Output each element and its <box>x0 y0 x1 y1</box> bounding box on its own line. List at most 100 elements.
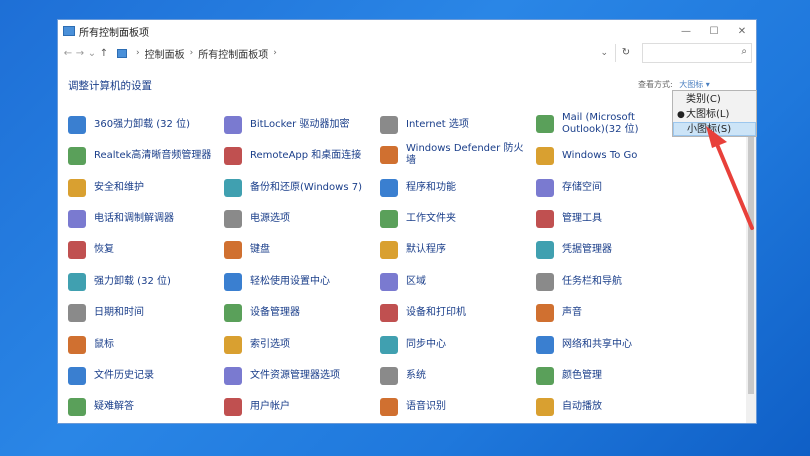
speech-icon <box>380 398 398 416</box>
backup-icon <box>224 179 242 197</box>
control-panel-item[interactable]: 强力卸载 (32 位) <box>68 273 171 291</box>
recovery-icon <box>68 241 86 259</box>
control-panel-item[interactable]: 管理工具 <box>536 210 602 228</box>
control-panel-items: 360强力卸载 (32 位) Realtek高清晰音频管理器 安全和维护电话和调制解… <box>0 0 760 424</box>
storage-icon <box>536 179 554 197</box>
control-panel-item[interactable]: 区域 <box>380 273 426 291</box>
control-panel-item[interactable]: 网络和共享中心 <box>536 336 632 354</box>
control-panel-item[interactable]: 系统 <box>380 367 426 385</box>
control-panel-item[interactable]: 电源选项 <box>224 210 290 228</box>
control-panel-item-label: 区域 <box>406 276 426 287</box>
remoteapp-icon <box>224 147 242 165</box>
menu-item-small-icons[interactable]: 小图标(S) <box>673 122 756 136</box>
file-history-icon <box>68 367 86 385</box>
control-panel-item-label: 电话和调制解调器 <box>94 213 174 224</box>
control-panel-item[interactable]: Mail (Microsoft Outlook)(32 位) <box>536 112 680 136</box>
windows-to-go-icon <box>536 147 554 165</box>
control-panel-item-label: 默认程序 <box>406 244 446 255</box>
control-panel-item-label: 同步中心 <box>406 339 446 350</box>
control-panel-item-label: 颜色管理 <box>562 370 602 381</box>
control-panel-item[interactable]: 声音 <box>536 304 582 322</box>
control-panel-item[interactable]: 电话和调制解调器 <box>68 210 174 228</box>
work-folder-icon <box>380 210 398 228</box>
control-panel-item[interactable]: Windows Defender 防火墙 <box>380 143 524 167</box>
control-panel-item[interactable]: 凭据管理器 <box>536 241 612 259</box>
control-panel-item-label: 鼠标 <box>94 339 114 350</box>
control-panel-item[interactable]: 同步中心 <box>380 336 446 354</box>
control-panel-item-label: 凭据管理器 <box>562 244 612 255</box>
control-panel-item[interactable]: 程序和功能 <box>380 179 456 197</box>
system-icon <box>380 367 398 385</box>
control-panel-item[interactable]: 360强力卸载 (32 位) <box>68 116 190 134</box>
control-panel-item-label: Mail (Microsoft Outlook)(32 位) <box>562 112 639 135</box>
control-panel-item-label: Realtek高清晰音频管理器 <box>94 150 212 161</box>
control-panel-item-label: 恢复 <box>94 244 114 255</box>
control-panel-item-label: 安全和维护 <box>94 182 144 193</box>
control-panel-item[interactable]: 用户帐户 <box>224 398 290 416</box>
control-panel-item-label: 用户帐户 <box>250 401 290 412</box>
control-panel-item[interactable]: RemoteApp 和桌面连接 <box>224 147 361 165</box>
control-panel-item[interactable]: 索引选项 <box>224 336 290 354</box>
control-panel-item[interactable]: 轻松使用设置中心 <box>224 273 330 291</box>
mail-icon <box>536 115 554 133</box>
control-panel-item-label: 自动播放 <box>562 401 602 412</box>
menu-item-label: 类别(C) <box>686 94 721 105</box>
control-panel-item[interactable]: 鼠标 <box>68 336 114 354</box>
control-panel-item[interactable]: 颜色管理 <box>536 367 602 385</box>
control-panel-item-label: 疑难解答 <box>94 401 134 412</box>
clock-icon <box>68 304 86 322</box>
sync-icon <box>380 336 398 354</box>
control-panel-item[interactable]: 日期和时间 <box>68 304 144 322</box>
admin-tools-icon <box>536 210 554 228</box>
control-panel-item[interactable]: 工作文件夹 <box>380 210 456 228</box>
sound-icon <box>536 304 554 322</box>
control-panel-item-label: 备份和还原(Windows 7) <box>250 182 362 193</box>
control-panel-item-label: BitLocker 驱动器加密 <box>250 119 350 130</box>
control-panel-item-label: 索引选项 <box>250 339 290 350</box>
control-panel-item[interactable]: Internet 选项 <box>380 116 469 134</box>
index-icon <box>224 336 242 354</box>
control-panel-item[interactable]: 文件资源管理器选项 <box>224 367 340 385</box>
menu-item-label: 大图标(L) <box>686 109 730 120</box>
control-panel-item[interactable]: Realtek高清晰音频管理器 <box>68 147 211 165</box>
audio-icon <box>68 147 86 165</box>
control-panel-item-label: Windows Defender 防火墙 <box>406 143 524 166</box>
power-icon <box>224 210 242 228</box>
control-panel-item[interactable]: BitLocker 驱动器加密 <box>224 116 349 134</box>
autoplay-icon <box>536 398 554 416</box>
control-panel-item[interactable]: 疑难解答 <box>68 398 134 416</box>
control-panel-item[interactable]: 恢复 <box>68 241 114 259</box>
control-panel-item-label: 管理工具 <box>562 213 602 224</box>
control-panel-item[interactable]: Windows To Go <box>536 147 637 165</box>
control-panel-item-label: 强力卸载 (32 位) <box>94 276 171 287</box>
control-panel-item[interactable]: 默认程序 <box>380 241 446 259</box>
control-panel-item[interactable]: 设备和打印机 <box>380 304 466 322</box>
control-panel-item[interactable]: 任务栏和导航 <box>536 273 622 291</box>
control-panel-item-label: 360强力卸载 (32 位) <box>94 119 190 130</box>
control-panel-item[interactable]: 设备管理器 <box>224 304 300 322</box>
control-panel-item[interactable]: 自动播放 <box>536 398 602 416</box>
network-icon <box>536 336 554 354</box>
control-panel-item-label: RemoteApp 和桌面连接 <box>250 150 362 161</box>
control-panel-item-label: 声音 <box>562 307 582 318</box>
region-icon <box>380 273 398 291</box>
menu-item-category[interactable]: 类别(C) <box>673 93 756 107</box>
menu-item-large-icons[interactable]: ● 大图标(L) <box>673 108 756 122</box>
control-panel-item[interactable]: 键盘 <box>224 241 270 259</box>
control-panel-item-label: 存储空间 <box>562 182 602 193</box>
view-menu: 类别(C) ● 大图标(L) 小图标(S) <box>672 90 757 137</box>
control-panel-item-label: 系统 <box>406 370 426 381</box>
control-panel-item[interactable]: 存储空间 <box>536 179 602 197</box>
color-icon <box>536 367 554 385</box>
control-panel-item[interactable]: 语音识别 <box>380 398 446 416</box>
ease-of-access-icon <box>224 273 242 291</box>
control-panel-item[interactable]: 备份和还原(Windows 7) <box>224 179 362 197</box>
control-panel-item-label: 语音识别 <box>406 401 446 412</box>
control-panel-item[interactable]: 文件历史记录 <box>68 367 154 385</box>
control-panel-item-label: 键盘 <box>250 244 270 255</box>
troubleshoot-icon <box>68 398 86 416</box>
control-panel-item-label: 文件资源管理器选项 <box>250 370 340 381</box>
control-panel-item-label: Internet 选项 <box>406 119 469 130</box>
control-panel-item[interactable]: 安全和维护 <box>68 179 144 197</box>
mouse-icon <box>68 336 86 354</box>
